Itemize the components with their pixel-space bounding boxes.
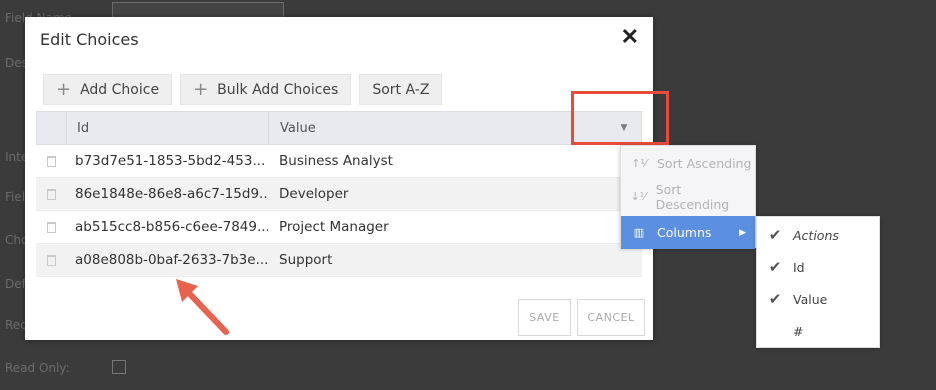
row-id: b73d7e51-1853-5bd2-453... [75,153,266,169]
cancel-button[interactable]: CANCEL [577,299,645,336]
id-column-label: Id [77,120,90,136]
value-toggle-label: Value [793,291,828,307]
checkmark-icon: ✔ [768,226,782,244]
sort-descending-menu-item[interactable]: ↓⅟ Sort Descending [621,180,755,213]
row-id: ab515cc8-b856-c6ee-7849... [75,219,268,235]
choices-grid: Id Value ▼ b73d7e51-1853-5bd2-453... Bus… [36,111,642,277]
column-toggle-value[interactable]: ✔ Value [757,283,879,315]
grid-header: Id Value ▼ [36,111,642,145]
actions-column-header [37,112,67,144]
plus-icon: + [193,78,209,100]
id-toggle-label: Id [793,259,805,275]
id-column-header[interactable]: Id [67,112,269,144]
annotation-highlight-box [571,91,669,145]
trash-icon[interactable] [46,155,56,167]
sort-ascending-icon: ↑⅟ [631,157,647,170]
table-row[interactable]: ab515cc8-b856-c6ee-7849... Project Manag… [36,211,642,244]
value-column-label: Value [280,120,316,136]
save-button[interactable]: SAVE [518,299,571,336]
row-value: Support [279,252,333,268]
plus-icon: + [56,78,72,100]
read-only-checkbox [112,360,126,374]
caret-right-icon: ▶ [739,227,746,238]
edit-choices-dialog: Edit Choices ✕ + Add Choice + Bulk Add C… [25,17,653,340]
row-id: 86e1848e-86e8-a6c7-15d9... [75,186,268,202]
read-only-label: Read Only: [5,361,70,375]
columns-menu-item[interactable]: ▥ Columns ▶ [621,216,755,249]
column-menu: ↑⅟ Sort Ascending ↓⅟ Sort Descending ▥ C… [620,145,756,249]
bulk-add-choices-label: Bulk Add Choices [217,81,339,98]
annotation-arrow-icon [176,279,229,335]
row-value: Developer [279,186,349,202]
checkmark-icon: ✔ [768,290,782,308]
sort-a-z-button[interactable]: Sort A-Z [359,74,443,105]
table-row[interactable]: a08e808b-0baf-2633-7b3e... Support [36,244,642,277]
sort-descending-label: Sort Descending [655,181,730,212]
column-toggle-number[interactable]: # [757,315,879,347]
trash-icon[interactable] [46,188,56,200]
table-row[interactable]: 86e1848e-86e8-a6c7-15d9... Developer [36,178,642,211]
dialog-title: Edit Choices [40,30,139,49]
trash-icon[interactable] [46,221,56,233]
sort-ascending-label: Sort Ascending [657,156,752,171]
row-value: Business Analyst [279,153,393,169]
column-toggle-actions[interactable]: ✔ Actions [757,219,879,251]
close-icon[interactable]: ✕ [621,26,639,48]
columns-submenu: ✔ Actions ✔ Id ✔ Value # [756,216,880,348]
trash-icon[interactable] [46,254,56,266]
actions-toggle-label: Actions [793,227,839,243]
checkmark-icon: ✔ [768,258,782,276]
number-toggle-label: # [793,323,804,339]
row-id: a08e808b-0baf-2633-7b3e... [75,252,268,268]
bulk-add-choices-button[interactable]: + Bulk Add Choices [180,74,352,105]
table-row[interactable]: b73d7e51-1853-5bd2-453... Business Analy… [36,145,642,178]
columns-icon: ▥ [633,226,645,239]
sort-a-z-label: Sort A-Z [372,81,430,98]
add-choice-button[interactable]: + Add Choice [43,74,173,105]
row-value: Project Manager [279,219,389,235]
add-choice-label: Add Choice [80,81,160,98]
sort-descending-icon: ↓⅟ [630,190,647,203]
sort-ascending-menu-item[interactable]: ↑⅟ Sort Ascending [621,147,755,180]
column-toggle-id[interactable]: ✔ Id [757,251,879,283]
columns-label: Columns [657,225,712,240]
dialog-toolbar: + Add Choice + Bulk Add Choices Sort A-Z [43,74,443,105]
